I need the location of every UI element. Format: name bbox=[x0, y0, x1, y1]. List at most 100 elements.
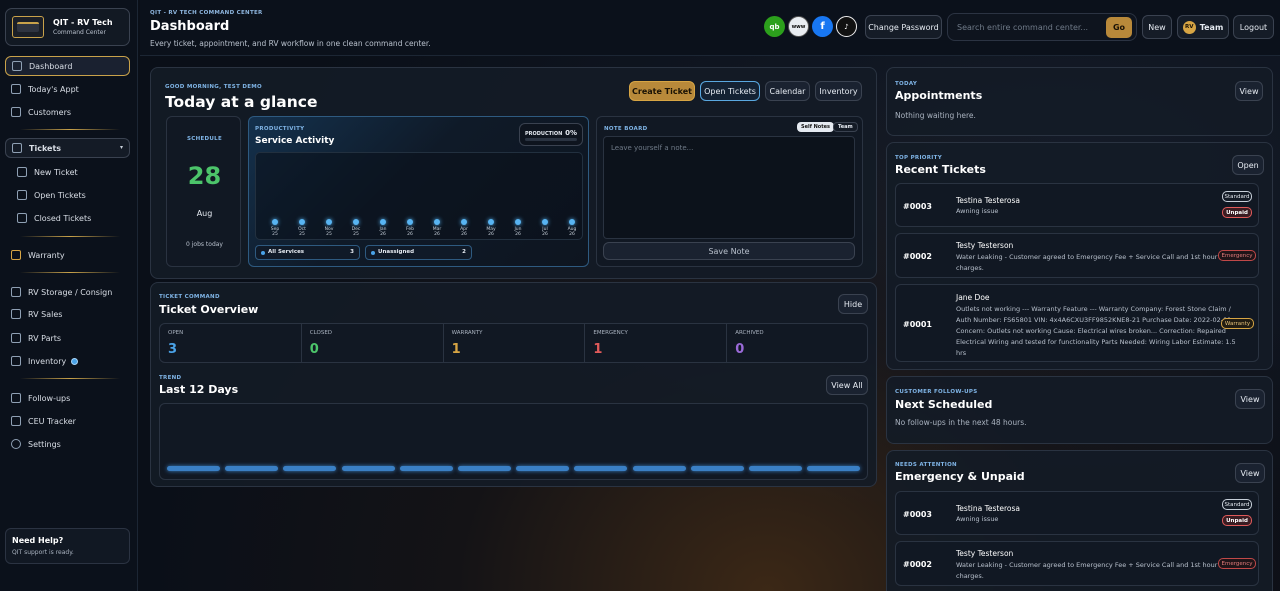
header-kicker: QIT - RV TECH COMMAND CENTER bbox=[150, 10, 263, 16]
month-tick: Jun 26 bbox=[511, 219, 525, 237]
logout-button[interactable]: Logout bbox=[1233, 15, 1274, 39]
global-search[interactable]: Search entire command center... Go bbox=[947, 13, 1137, 41]
unassigned-chip[interactable]: Unassigned 2 bbox=[365, 245, 472, 260]
status-badge: Emergency bbox=[1218, 250, 1256, 261]
sidebar-item-todays-appt[interactable]: Today's Appt bbox=[5, 79, 130, 99]
stat-value: 3 bbox=[168, 342, 178, 357]
stat-label: ARCHIVED bbox=[735, 330, 764, 336]
sidebar-item-ceu-tracker[interactable]: CEU Tracker bbox=[5, 411, 130, 431]
ticket-number: #0003 bbox=[903, 202, 932, 211]
ticket-row[interactable]: #0001 Jane Doe Outlets not working --- W… bbox=[895, 284, 1259, 362]
sidebar-item-label: RV Storage / Consign bbox=[28, 287, 113, 297]
open-tickets-button[interactable]: Open Tickets bbox=[700, 81, 760, 101]
website-icon[interactable]: www bbox=[788, 16, 809, 37]
stat-warranty[interactable]: WARRANTY 1 bbox=[444, 324, 586, 362]
recent-tickets-card: TOP PRIORITY Recent Tickets Open #0003 T… bbox=[886, 142, 1273, 370]
sidebar-item-dashboard[interactable]: Dashboard bbox=[5, 56, 130, 76]
sidebar-item-closed-tickets[interactable]: Closed Tickets bbox=[5, 208, 130, 228]
emergency-view-button[interactable]: View bbox=[1235, 463, 1265, 483]
month-year: 26 bbox=[434, 232, 440, 237]
save-note-button[interactable]: Save Note bbox=[603, 242, 855, 260]
divider bbox=[20, 236, 120, 237]
note-board: NOTE BOARD Self Notes Team Leave yoursel… bbox=[596, 116, 863, 267]
search-input[interactable]: Search entire command center... bbox=[957, 23, 1088, 32]
quickbooks-icon[interactable]: qb bbox=[764, 16, 785, 37]
month-tick: Aug 26 bbox=[565, 219, 579, 237]
help-card[interactable]: Need Help? QIT support is ready. bbox=[5, 528, 130, 564]
glance-title: Today at a glance bbox=[165, 93, 318, 111]
sidebar-item-settings[interactable]: Settings bbox=[5, 434, 130, 454]
chevron-down-icon: ▾ bbox=[119, 144, 123, 151]
facebook-icon[interactable]: f bbox=[812, 16, 833, 37]
sidebar-item-open-tickets[interactable]: Open Tickets bbox=[5, 185, 130, 205]
overview-title: Ticket Overview bbox=[159, 303, 259, 316]
sidebar-item-rv-sales[interactable]: RV Sales bbox=[5, 304, 130, 324]
tab-self-notes[interactable]: Self Notes bbox=[797, 122, 834, 132]
ticket-desc: Concern: Outlets not working Cause: Elec… bbox=[956, 327, 1226, 335]
ticket-desc: charges. bbox=[956, 264, 984, 272]
month-dot bbox=[434, 219, 440, 225]
month-tick: Apr 26 bbox=[457, 219, 471, 237]
chip-label: Unassigned bbox=[378, 249, 415, 255]
recent-open-button[interactable]: Open bbox=[1232, 155, 1264, 175]
view-all-button[interactable]: View All bbox=[826, 375, 868, 395]
sidebar-item-rv-parts[interactable]: RV Parts bbox=[5, 328, 130, 348]
ticket-customer: Testina Testerosa bbox=[956, 504, 1020, 513]
appointments-kicker: TODAY bbox=[895, 81, 918, 87]
trend-kicker: TREND bbox=[159, 375, 182, 381]
sidebar-item-inventory[interactable]: Inventory bbox=[5, 351, 130, 371]
sidebar-item-warranty[interactable]: Warranty bbox=[5, 245, 130, 265]
calendar-button[interactable]: Calendar bbox=[765, 81, 810, 101]
sidebar-item-label: Closed Tickets bbox=[34, 213, 92, 223]
ticket-customer: Testy Testerson bbox=[956, 241, 1014, 250]
ticket-icon bbox=[12, 143, 22, 153]
trend-bar bbox=[458, 466, 511, 471]
stat-value: 0 bbox=[309, 342, 319, 357]
grid-icon bbox=[12, 61, 22, 71]
tiktok-icon[interactable]: ♪ bbox=[836, 16, 857, 37]
ticket-row[interactable]: #0003 Testina Testerosa Awning issue Sta… bbox=[895, 491, 1259, 535]
new-button[interactable]: New bbox=[1142, 15, 1172, 39]
sidebar-item-new-ticket[interactable]: New Ticket bbox=[5, 162, 130, 182]
month-tick: Sep 25 bbox=[268, 219, 282, 237]
change-password-button[interactable]: Change Password bbox=[865, 15, 942, 39]
inventory-button[interactable]: Inventory bbox=[815, 81, 862, 101]
sidebar-item-follow-ups[interactable]: Follow-ups bbox=[5, 388, 130, 408]
stat-closed[interactable]: CLOSED 0 bbox=[302, 324, 444, 362]
team-button[interactable]: RV Team bbox=[1177, 15, 1229, 39]
sidebar-item-label: Follow-ups bbox=[28, 393, 71, 403]
note-placeholder: Leave yourself a note... bbox=[611, 144, 694, 152]
plus-icon bbox=[17, 167, 27, 177]
note-textarea[interactable]: Leave yourself a note... bbox=[603, 136, 855, 239]
appointments-view-button[interactable]: View bbox=[1235, 81, 1263, 101]
stat-label: WARRANTY bbox=[451, 330, 483, 336]
team-label: Team bbox=[1199, 22, 1224, 32]
stat-emergency[interactable]: EMERGENCY 1 bbox=[585, 324, 728, 362]
all-services-chip[interactable]: All Services 3 bbox=[255, 245, 360, 260]
chip-value: 2 bbox=[462, 249, 466, 255]
ticket-row[interactable]: #0002 Testy Testerson Water Leaking - Cu… bbox=[895, 233, 1259, 278]
ticket-number: #0003 bbox=[903, 510, 932, 519]
folder-open-icon bbox=[17, 190, 27, 200]
sidebar-item-rv-storage[interactable]: RV Storage / Consign bbox=[5, 282, 130, 302]
stat-open[interactable]: OPEN 3 bbox=[160, 324, 302, 362]
stat-archived[interactable]: ARCHIVED 0 bbox=[727, 324, 867, 362]
ticket-row[interactable]: #0002 Testy Testerson Water Leaking - Cu… bbox=[895, 541, 1259, 586]
sidebar-item-tickets[interactable]: Tickets ▾ bbox=[5, 138, 130, 158]
ticket-row[interactable]: #0003 Testina Testerosa Awning issue Sta… bbox=[895, 183, 1259, 227]
stat-label: OPEN bbox=[168, 330, 184, 336]
hide-button[interactable]: Hide bbox=[838, 294, 868, 314]
create-ticket-button[interactable]: Create Ticket bbox=[629, 81, 695, 101]
month-year: 26 bbox=[515, 232, 521, 237]
month-dot bbox=[461, 219, 467, 225]
followups-view-button[interactable]: View bbox=[1235, 389, 1265, 409]
stat-value: 1 bbox=[593, 342, 603, 357]
brand[interactable]: QIT - RV Tech Command Center bbox=[5, 8, 130, 46]
sidebar-item-customers[interactable]: Customers bbox=[5, 102, 130, 122]
ticket-number: #0002 bbox=[903, 252, 932, 261]
ticket-number: #0002 bbox=[903, 560, 932, 569]
tab-team[interactable]: Team bbox=[833, 122, 858, 132]
schedule-day: 28 bbox=[187, 162, 222, 190]
sidebar-item-label: CEU Tracker bbox=[28, 416, 76, 426]
search-go-button[interactable]: Go bbox=[1106, 17, 1132, 38]
